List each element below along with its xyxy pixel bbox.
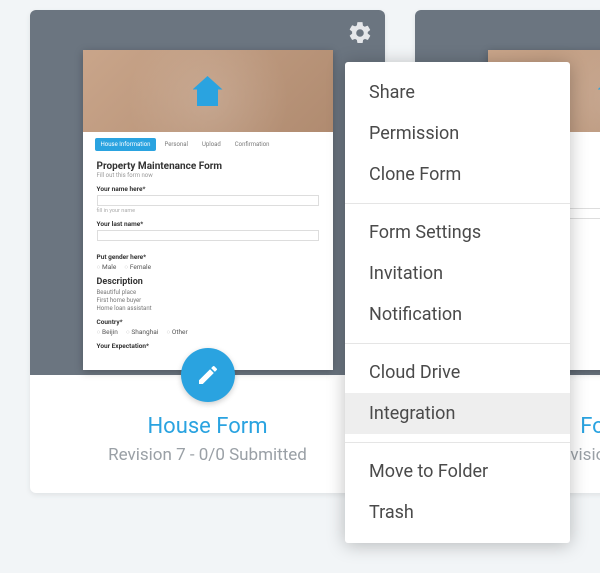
menu-item-form-settings[interactable]: Form Settings [345,212,570,253]
card-preview: House Information Personal Upload Confir… [30,10,385,375]
menu-item-permission[interactable]: Permission [345,113,570,154]
thumbnail-radio: Other [166,328,187,336]
form-card: House Information Personal Upload Confir… [30,10,385,493]
edit-button[interactable] [181,348,235,402]
thumbnail-hero [83,50,333,132]
thumbnail-tab: Personal [158,138,194,151]
thumbnail-radio-row: Male Female [97,263,319,271]
menu-separator [345,343,570,344]
menu-item-cloud-drive[interactable]: Cloud Drive [345,352,570,393]
thumbnail-tab: House Information [95,138,157,151]
thumbnail-tabs: House Information Personal Upload Confir… [83,132,333,151]
thumbnail-radio: Shanghai [126,328,158,336]
form-thumbnail: House Information Personal Upload Confir… [83,50,333,370]
thumbnail-label: Your last name* [97,220,319,228]
card-title[interactable]: House Form [40,414,375,439]
thumbnail-lines: Beautiful place First home buyer Home lo… [97,289,319,312]
house-icon [193,76,223,106]
thumbnail-tab: Upload [196,138,227,151]
menu-item-clone-form[interactable]: Clone Form [345,154,570,195]
thumbnail-form-title: Property Maintenance Form [97,161,319,172]
thumbnail-tab: Confirmation [229,138,276,151]
thumbnail-label: Country* [97,318,319,326]
thumbnail-label: Put gender here* [97,253,319,261]
thumbnail-hint: fill in your name [97,208,319,214]
thumbnail-radio: Beijin [97,328,118,336]
pencil-icon [196,363,220,387]
gear-icon[interactable] [347,20,373,46]
menu-separator [345,442,570,443]
menu-item-integration[interactable]: Integration [345,393,570,434]
menu-item-invitation[interactable]: Invitation [345,253,570,294]
thumbnail-section: Description [97,277,319,287]
thumbnail-radio: Male [97,263,117,271]
thumbnail-radio-row: Beijin Shanghai Other [97,328,319,336]
thumbnail-label: Your name here* [97,185,319,193]
menu-item-share[interactable]: Share [345,72,570,113]
thumbnail-input [97,195,319,206]
menu-separator [345,203,570,204]
menu-item-move-to-folder[interactable]: Move to Folder [345,451,570,492]
thumbnail-input [97,230,319,241]
thumbnail-form-sub: Fill out this form now [97,172,319,179]
menu-item-trash[interactable]: Trash [345,492,570,533]
card-settings-menu: Share Permission Clone Form Form Setting… [345,62,570,543]
thumbnail-radio: Female [124,263,151,271]
menu-item-notification[interactable]: Notification [345,294,570,335]
card-subtitle: Revision 7 - 0/0 Submitted [40,445,375,465]
